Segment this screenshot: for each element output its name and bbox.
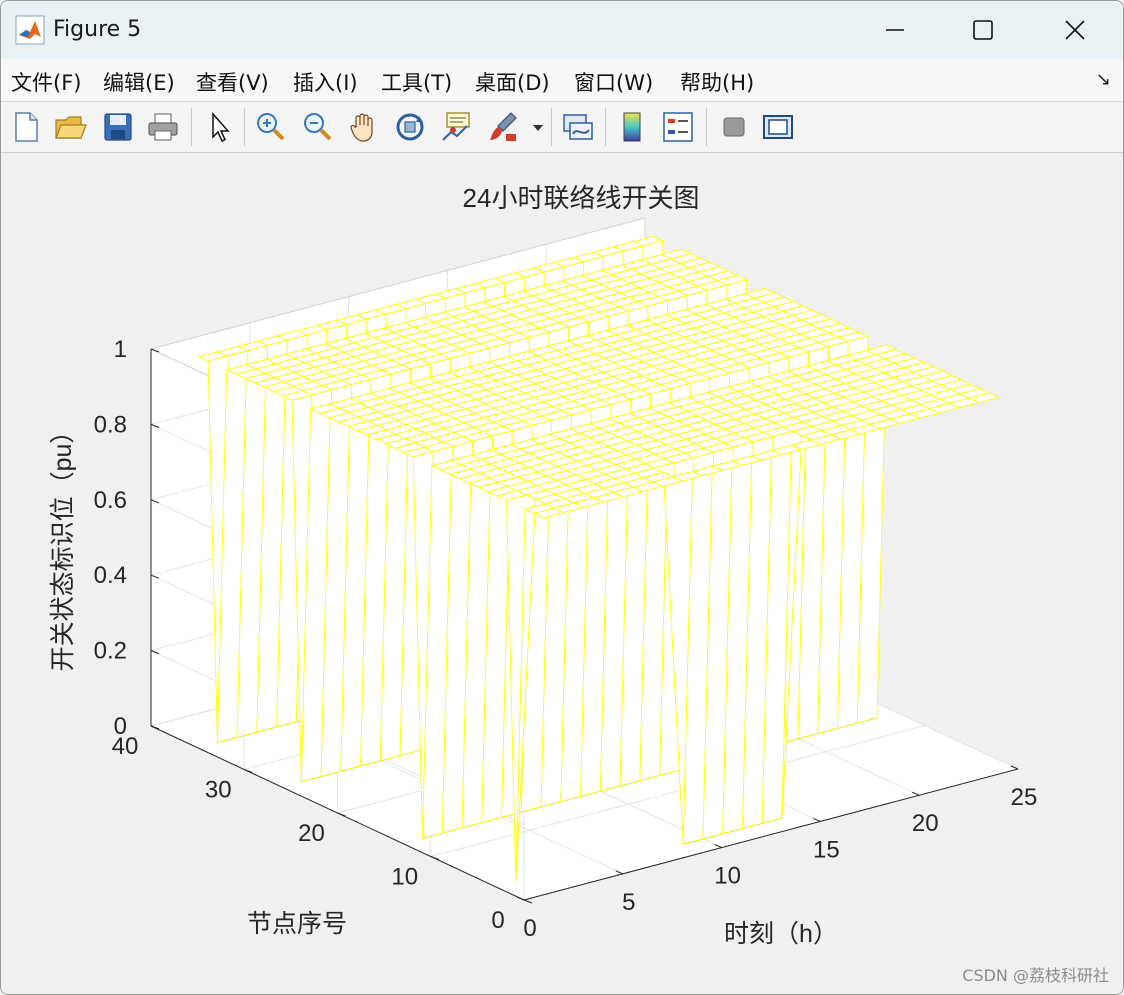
y-tick-label: 10 (391, 864, 418, 891)
legend-icon[interactable] (661, 110, 695, 144)
matlab-logo-icon (15, 15, 45, 45)
new-figure-icon[interactable] (9, 110, 43, 144)
chart-title: 24小时联络线开关图 (463, 183, 700, 213)
close-button[interactable] (1029, 1, 1121, 59)
toolbar-separator (605, 108, 606, 146)
brush-icon[interactable] (486, 110, 520, 144)
hide-tools-icon[interactable] (717, 110, 751, 144)
z-tick-label: 0 (114, 713, 127, 740)
menu-insert[interactable]: 插入(I) (293, 67, 358, 97)
zoom-in-icon[interactable] (253, 110, 287, 144)
y-tick-label: 20 (298, 820, 325, 847)
toolbar-separator (551, 108, 552, 146)
z-tick-label: 0.2 (94, 638, 127, 665)
toolbar-separator (244, 108, 245, 146)
y-tick-mark (523, 899, 533, 904)
x-tick-label: 20 (912, 810, 939, 837)
x-tick-label: 5 (622, 889, 635, 916)
z-axis-label: 开关状态标识位（pu） (49, 419, 77, 672)
save-icon[interactable] (101, 110, 135, 144)
maximize-button[interactable] (937, 1, 1029, 59)
x-tick-label: 25 (1011, 784, 1038, 811)
figure-toolbar (1, 102, 1123, 153)
menu-bar: 文件(F) 编辑(E) 查看(V) 插入(I) 工具(T) 桌面(D) 窗口(W… (1, 59, 1123, 102)
rotate-3d-icon[interactable] (393, 110, 427, 144)
x-tick-label: 10 (714, 863, 741, 890)
close-icon (1065, 20, 1085, 40)
z-tick-label: 0.8 (94, 411, 127, 438)
link-plot-icon[interactable] (561, 110, 595, 144)
menu-tools[interactable]: 工具(T) (381, 67, 452, 97)
menu-edit[interactable]: 编辑(E) (103, 67, 175, 97)
y-axis-label: 节点序号 (247, 910, 347, 938)
z-tick-label: 0.6 (94, 487, 127, 514)
toolbar-separator (706, 108, 707, 146)
minimize-icon (886, 29, 904, 31)
figure-window: Figure 5 文件(F) 编辑(E) 查看(V) 插入(I) 工具(T) 桌… (0, 0, 1124, 995)
brush-dropdown-icon[interactable] (529, 110, 547, 144)
data-cursor-icon[interactable] (439, 110, 473, 144)
x-tick-label: 15 (813, 836, 840, 863)
window-title: Figure 5 (53, 17, 142, 42)
zoom-out-icon[interactable] (300, 110, 334, 144)
x-tick-label: 0 (523, 915, 536, 942)
minimize-button[interactable] (849, 1, 941, 59)
menu-view[interactable]: 查看(V) (196, 67, 269, 97)
pan-hand-icon[interactable] (347, 110, 381, 144)
figure-canvas: 0 5 10 15 20 25 0 10 20 30 40 0 0.2 0.4 0.6 0.8 1 24小时联络线… (1, 153, 1123, 994)
y-tick-label: 0 (491, 907, 504, 934)
show-tools-icon[interactable] (761, 110, 795, 144)
menu-desktop[interactable]: 桌面(D) (475, 67, 550, 97)
menu-overflow-arrow-icon[interactable]: ↘ (1096, 69, 1111, 90)
x-axis-label: 时刻（h） (724, 920, 838, 948)
y-tick-label: 30 (205, 777, 232, 804)
open-file-icon[interactable] (53, 110, 87, 144)
menu-file[interactable]: 文件(F) (11, 67, 81, 97)
menu-window[interactable]: 窗口(W) (574, 67, 653, 97)
title-bar: Figure 5 (1, 1, 1123, 59)
menu-help[interactable]: 帮助(H) (680, 67, 754, 97)
colorbar-icon[interactable] (615, 110, 649, 144)
maximize-icon (973, 20, 993, 40)
z-tick-label: 1 (114, 336, 127, 363)
toolbar-separator (191, 108, 192, 146)
z-tick-label: 0.4 (94, 562, 127, 589)
print-icon[interactable] (146, 110, 180, 144)
surface-plot[interactable]: 051015202501020304000.20.40.60.8124小时联络线… (1, 153, 1123, 994)
watermark-text: CSDN @荔枝科研社 (962, 966, 1109, 985)
pointer-icon[interactable] (203, 110, 237, 144)
